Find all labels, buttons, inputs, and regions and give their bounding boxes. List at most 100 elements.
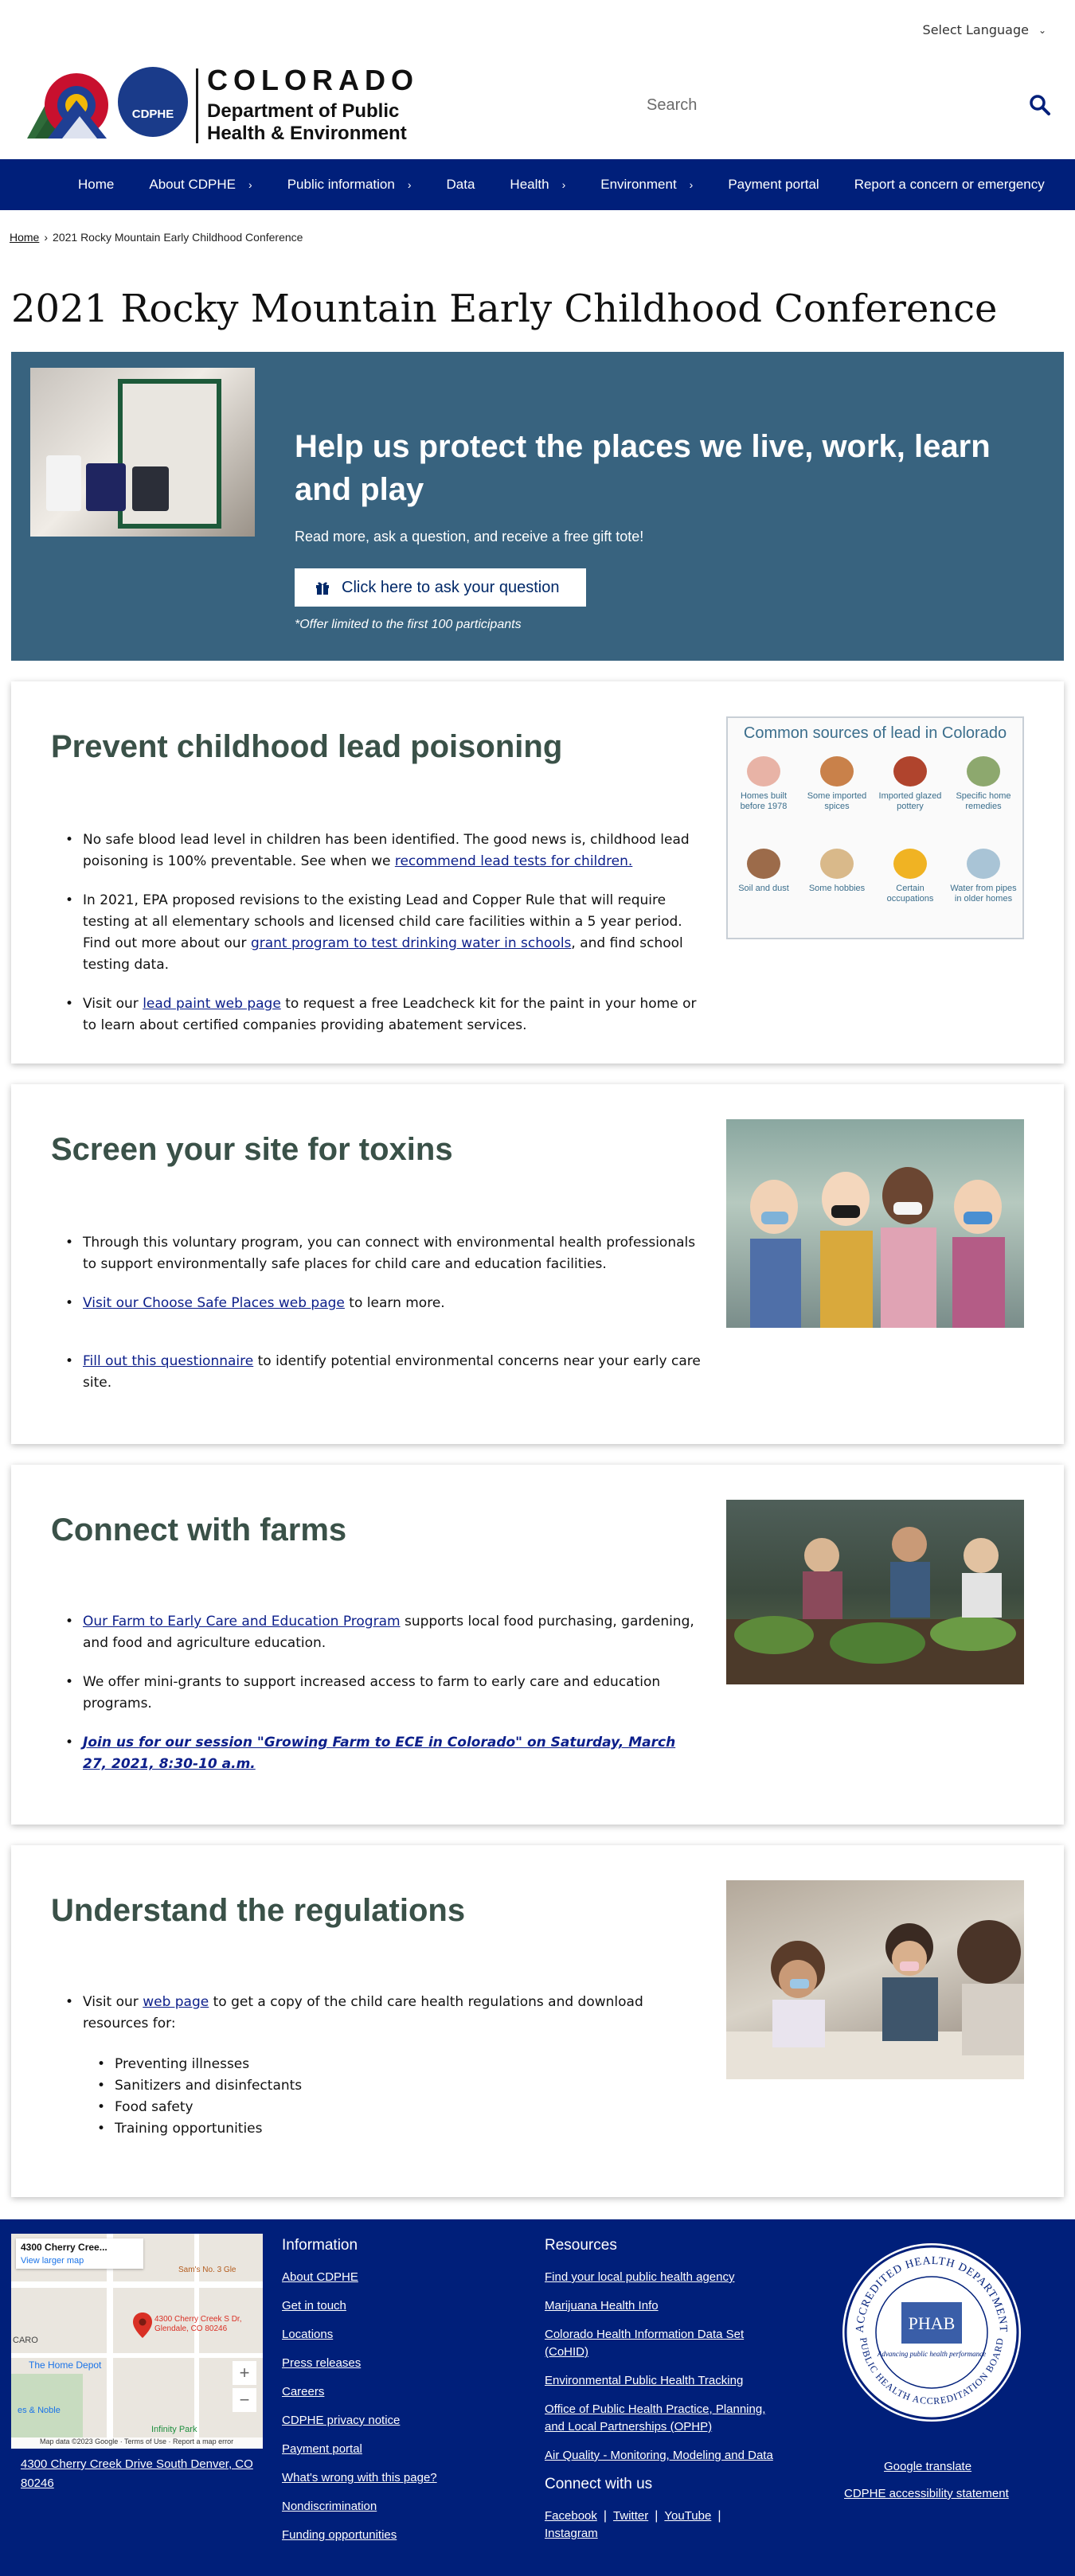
phab-accreditation-seal[interactable]: ACCREDITED HEALTH DEPARTMENT PUBLIC HEAL… [842,2243,1021,2422]
questionnaire-link[interactable]: Fill out this questionnaire [83,1353,253,1369]
cdphe-badge-text: CDPHE [131,107,174,121]
list-item: We offer mini-grants to support increase… [51,1672,704,1715]
seal-tagline: Advancing public health performance [877,2350,986,2358]
footer-link-cohid[interactable]: Colorado Health Information Data Set (Co… [545,2326,776,2361]
footer-link-air-quality[interactable]: Air Quality - Monitoring, Modeling and D… [545,2447,776,2465]
nav-item-about[interactable]: About CDPHE › [149,177,252,193]
lead-b3-text: Visit our [83,996,143,1012]
footer-link-press-releases[interactable]: Press releases [282,2355,521,2372]
phab-seal-icon: ACCREDITED HEALTH DEPARTMENT PUBLIC HEAL… [844,2245,1019,2420]
nav-label: Public information [287,177,395,192]
footer-link-ophp[interactable]: Office of Public Health Practice, Planni… [545,2401,776,2436]
breadcrumb-home-link[interactable]: Home [10,231,39,244]
source-homes: Homes built before 1978 [728,756,799,812]
toxins-b1-text: Through this voluntary program, you can … [83,1235,696,1272]
footer-link-about[interactable]: About CDPHE [282,2269,521,2286]
list-item: Visit our lead paint web page to request… [51,993,704,1036]
accessibility-statement-link[interactable]: CDPHE accessibility statement [844,2487,1009,2500]
chevron-right-icon: › [561,178,566,191]
mug-shape [46,455,81,511]
children-masks-photo [726,1119,1024,1328]
footer-link-tracking[interactable]: Environmental Public Health Tracking [545,2372,776,2390]
footer-link-careers[interactable]: Careers [282,2383,521,2401]
footer-address: 4300 Cherry Creek Drive South Denver, CO… [21,2455,260,2493]
zoom-in-button[interactable]: + [233,2361,256,2385]
brand-dept-line1: Department of Public [207,100,400,122]
footer-link-payment-portal[interactable]: Payment portal [282,2441,521,2458]
nav-item-report-concern[interactable]: Report a concern or emergency [854,177,1045,193]
google-translate-link[interactable]: Google translate [884,2460,971,2473]
address-link[interactable]: 4300 Cherry Creek Drive South Denver, CO… [21,2457,253,2490]
choose-safe-places-link[interactable]: Visit our Choose Safe Places web page [83,1295,345,1311]
chevron-right-icon: › [689,178,694,191]
colorado-logo-icon[interactable] [24,68,113,145]
facebook-link[interactable]: Facebook [545,2509,597,2523]
pottery-icon [893,756,927,786]
list-item: Sanitizers and disinfectants [83,2075,704,2097]
youtube-link[interactable]: YouTube [664,2509,711,2523]
spices-icon [820,756,854,786]
map-poi: Infinity Park [151,2425,197,2434]
gift-tote-image [30,368,255,537]
cdphe-seal-icon[interactable]: CDPHE [118,67,188,137]
faucet-icon [967,849,1000,879]
lead-sources-infographic[interactable]: Common sources of lead in Colorado Homes… [726,716,1024,939]
ask-question-button[interactable]: Click here to ask your question [295,568,586,607]
location-map[interactable]: 4300 Cherry Cree... View larger map Sam'… [11,2234,263,2449]
nav-item-payment-portal[interactable]: Payment portal [728,177,819,193]
footer-link-privacy[interactable]: CDPHE privacy notice [282,2412,521,2430]
brand-department[interactable]: Department of Public Health & Environmen… [207,100,407,145]
nav-label: Data [446,177,475,192]
list-item: Through this voluntary program, you can … [51,1232,704,1275]
toxins-b2-text: to learn more. [344,1295,445,1311]
list-item: Join us for our session "Growing Farm to… [51,1732,704,1775]
nav-item-health[interactable]: Health › [510,177,565,193]
source-remedies: Specific home remedies [948,756,1019,812]
list-item: Visit our web page to get a copy of the … [51,1992,704,2140]
regulations-list: Visit our web page to get a copy of the … [51,1992,704,2157]
list-item: Our Farm to Early Care and Education Pro… [51,1611,704,1654]
list-item: Food safety [83,2097,704,2118]
toxins-list: Through this voluntary program, you can … [51,1232,704,1411]
footer-resources: Resources Find your local public health … [545,2237,776,2543]
farm-to-ece-link[interactable]: Our Farm to Early Care and Education Pro… [83,1614,401,1630]
search-input[interactable] [637,84,1059,126]
instagram-link[interactable]: Instagram [545,2527,598,2540]
footer-link-local-agency[interactable]: Find your local public health agency [545,2269,776,2286]
footer-link-nondiscrimination[interactable]: Nondiscrimination [282,2498,521,2516]
search-icon[interactable] [1029,94,1051,116]
twitter-link[interactable]: Twitter [613,2509,648,2523]
regulations-web-page-link[interactable]: web page [143,1994,209,2010]
nav-item-public-information[interactable]: Public information › [287,177,412,193]
footer-link-get-in-touch[interactable]: Get in touch [282,2297,521,2315]
lead-paint-link[interactable]: lead paint web page [143,996,281,1012]
zoom-out-button[interactable]: − [233,2388,256,2412]
source-label: Homes built before 1978 [740,791,788,811]
breadcrumb-separator: › [44,231,49,244]
map-road [11,2353,263,2358]
remedies-icon [967,756,1000,786]
footer-link-funding[interactable]: Funding opportunities [282,2527,521,2544]
nav-item-data[interactable]: Data [447,177,475,193]
information-heading: Information [282,2237,358,2254]
footer-link-locations[interactable]: Locations [282,2326,521,2344]
lead-tests-link[interactable]: recommend lead tests for children. [395,853,632,869]
source-soil: Soil and dust [728,849,799,894]
nav-label: About CDPHE [149,177,236,192]
brand-colorado[interactable]: COLORADO [207,64,419,97]
footer-link-whats-wrong[interactable]: What's wrong with this page? [282,2469,521,2487]
view-larger-map-link[interactable]: View larger map [21,2256,139,2266]
footer-link-marijuana[interactable]: Marijuana Health Info [545,2297,776,2315]
hard-hat-icon [893,849,927,879]
source-label: Specific home remedies [956,791,1011,811]
farm-session-link[interactable]: Join us for our session "Growing Farm to… [83,1735,675,1772]
language-selector[interactable]: Select Language ⌄ [923,22,1046,37]
source-label: Some hobbies [808,884,866,893]
connect-heading: Connect with us [545,2476,653,2492]
infographic-title: Common sources of lead in Colorado [743,724,1007,742]
garden-illustration [726,1527,1024,1684]
nav-item-home[interactable]: Home [78,177,114,193]
grant-program-link[interactable]: grant program to test drinking water in … [251,935,571,951]
source-hobbies: Some hobbies [801,849,873,894]
nav-item-environment[interactable]: Environment › [600,177,693,193]
